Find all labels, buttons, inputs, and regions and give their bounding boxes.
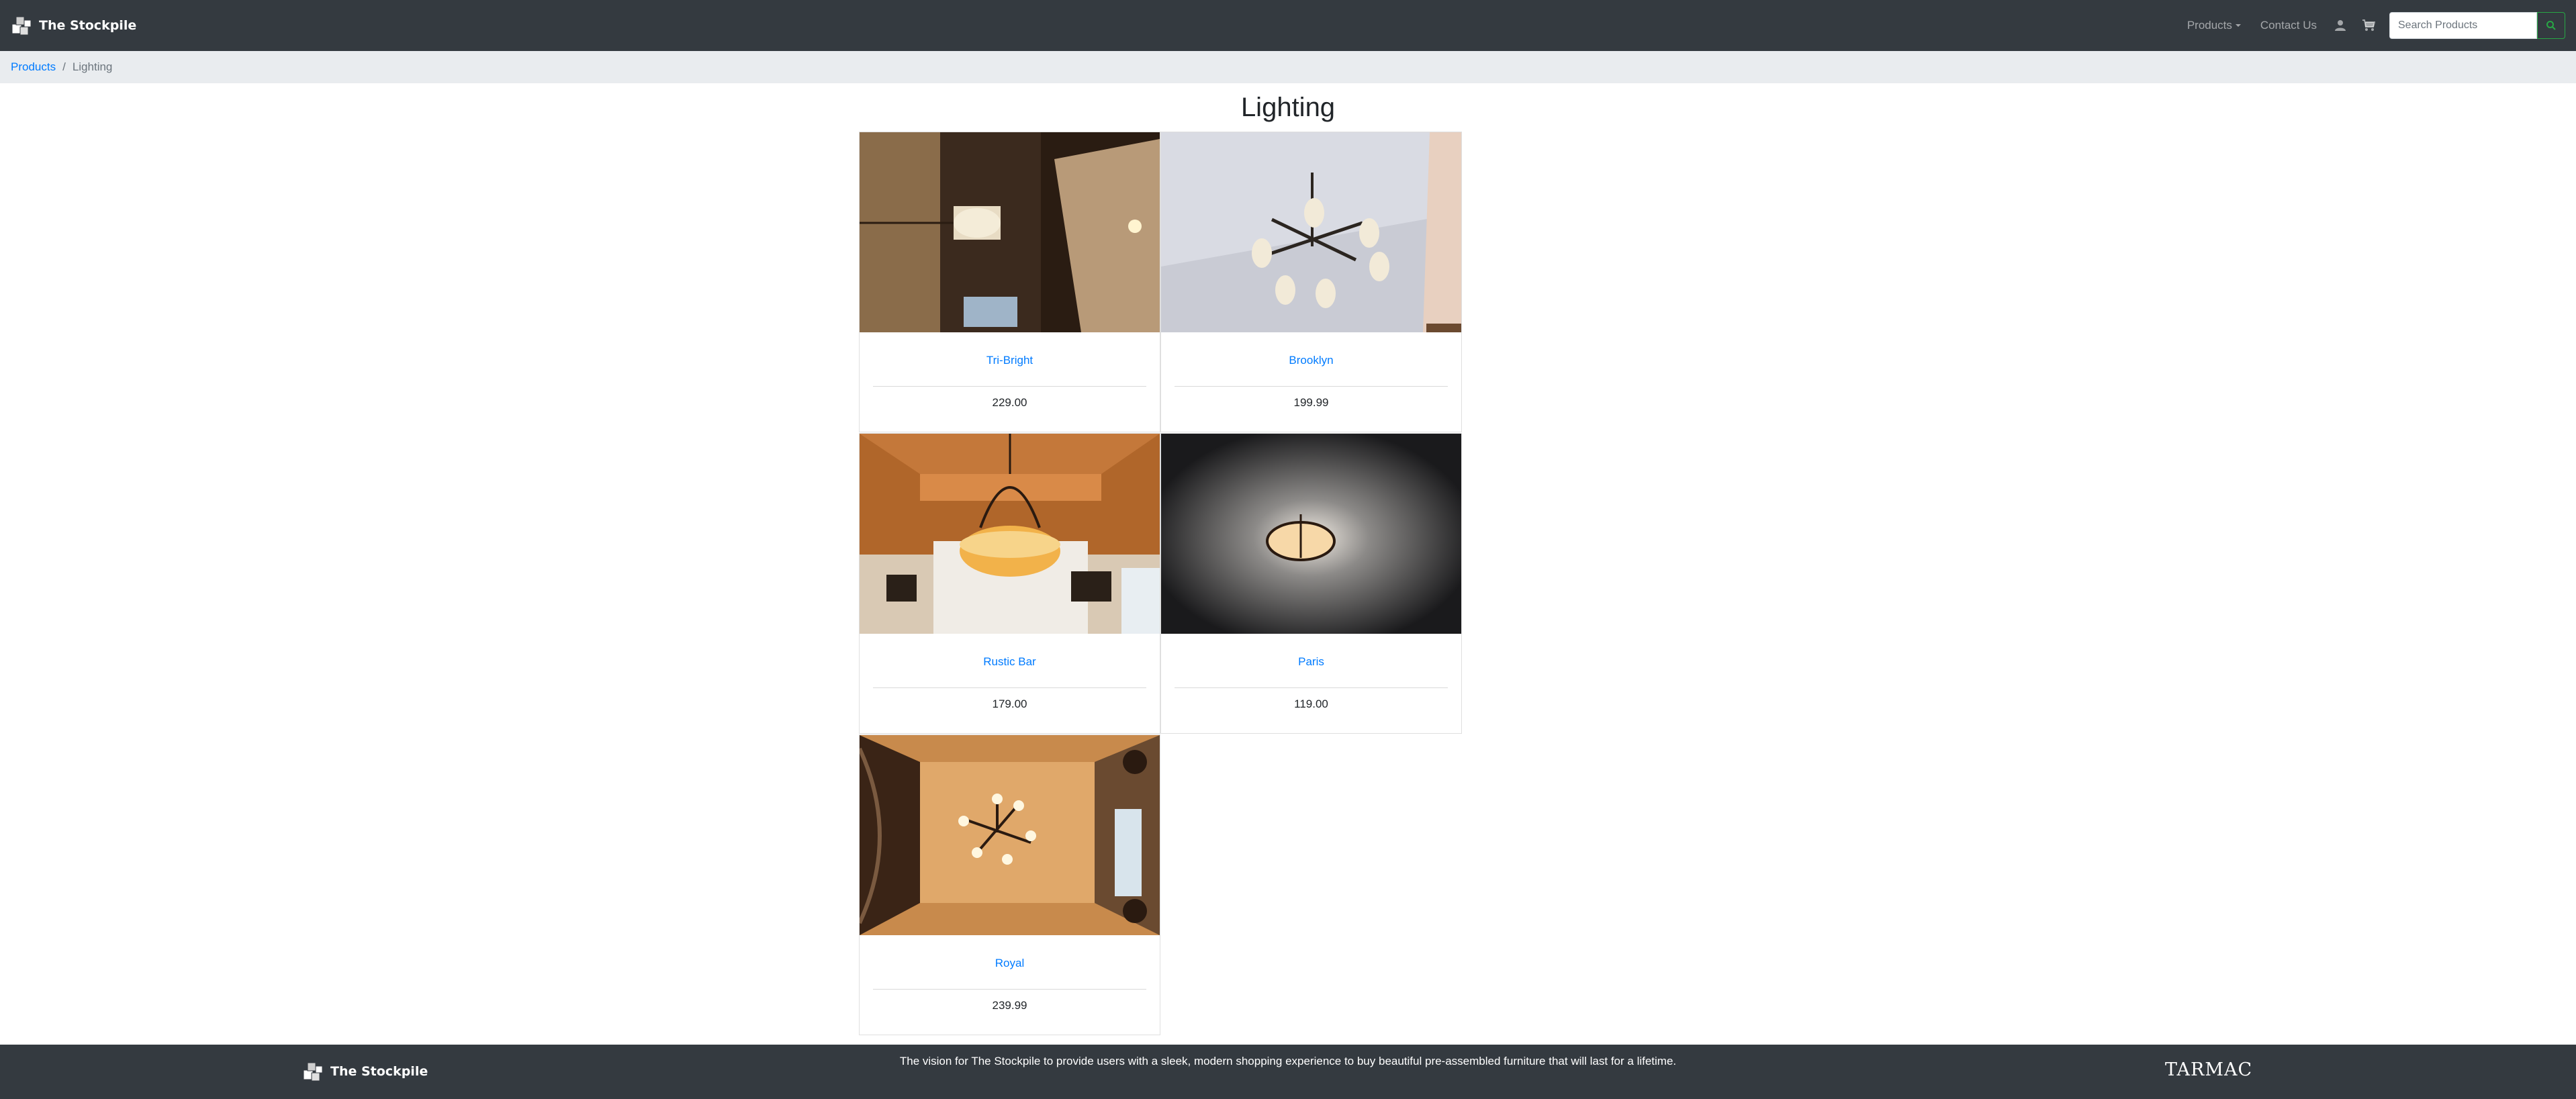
breadcrumb-current: Lighting — [72, 60, 113, 73]
cart-button[interactable] — [2360, 0, 2377, 51]
breadcrumb: Products / Lighting — [0, 51, 2576, 83]
product-name-link[interactable]: Royal — [860, 957, 1160, 970]
brand-name: The Stockpile — [39, 18, 137, 33]
product-name-link[interactable]: Brooklyn — [1161, 354, 1461, 367]
product-image[interactable] — [1161, 132, 1461, 332]
card-divider — [873, 989, 1146, 990]
breadcrumb-separator: / — [62, 60, 66, 73]
product-image[interactable] — [860, 132, 1160, 332]
caret-down-icon — [2235, 24, 2241, 27]
footer: The Stockpile The vision for The Stockpi… — [0, 1045, 2576, 1099]
user-icon — [2335, 20, 2346, 31]
product-card[interactable]: Rustic Bar 179.00 — [859, 433, 1160, 734]
product-price: 229.00 — [992, 396, 1027, 409]
products-dropdown-label: Products — [2187, 19, 2232, 32]
top-navbar: The Stockpile Products Contact Us Search… — [0, 0, 2576, 51]
cart-icon — [2362, 19, 2375, 31]
search-input[interactable]: Search Products — [2389, 12, 2537, 39]
card-divider — [873, 386, 1146, 387]
contact-us-link[interactable]: Contact Us — [2251, 19, 2326, 32]
card-divider — [1175, 386, 1448, 387]
brand-link[interactable]: The Stockpile — [11, 13, 136, 38]
product-image[interactable] — [860, 434, 1160, 634]
account-button[interactable] — [2332, 0, 2349, 51]
product-price: 119.00 — [1294, 698, 1328, 710]
products-dropdown[interactable]: Products — [2178, 19, 2251, 32]
breadcrumb-products-link[interactable]: Products — [11, 60, 56, 74]
product-price: 199.99 — [1293, 396, 1329, 409]
product-price: 179.00 — [992, 698, 1027, 710]
product-name-link[interactable]: Rustic Bar — [860, 655, 1160, 669]
search-icon — [2546, 21, 2556, 30]
stockpile-logo-icon — [11, 16, 32, 36]
product-card[interactable]: Tri-Bright 229.00 — [859, 132, 1160, 432]
card-divider — [1175, 687, 1448, 688]
product-card[interactable]: Brooklyn 199.99 — [1160, 132, 1462, 432]
product-image[interactable] — [1161, 434, 1461, 634]
product-image[interactable] — [860, 735, 1160, 935]
page-title: Lighting — [1240, 93, 1336, 122]
card-divider — [873, 687, 1146, 688]
nav-right: Products Contact Us Search Products — [2178, 0, 2565, 51]
product-card[interactable]: Royal 239.99 — [859, 734, 1160, 1035]
product-name-link[interactable]: Paris — [1161, 655, 1461, 669]
search-button[interactable] — [2537, 12, 2565, 39]
product-name-link[interactable]: Tri-Bright — [860, 354, 1160, 367]
product-price: 239.99 — [992, 999, 1027, 1012]
product-card[interactable]: Paris 119.00 — [1160, 433, 1462, 734]
tarmac-logo[interactable]: TARMAC — [2165, 1059, 2252, 1080]
